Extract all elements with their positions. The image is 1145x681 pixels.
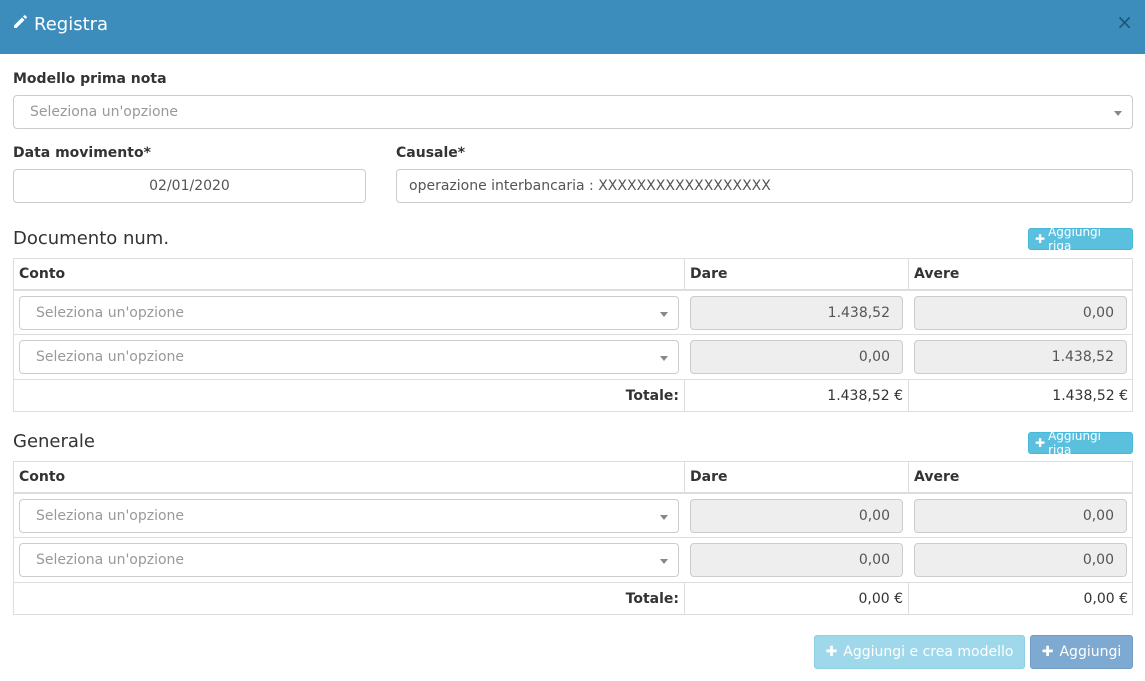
totale-label: Totale: [625, 387, 679, 404]
data-movimento-input[interactable]: 02/01/2020 [13, 169, 366, 203]
plus-icon: ✚ [1035, 436, 1046, 450]
documento-table-header: Conto Dare Avere [14, 259, 1132, 291]
chevron-down-icon [660, 356, 668, 361]
documento-add-row-label: Aggiungi riga [1048, 225, 1102, 253]
totale-avere: 1.438,52 € [1052, 387, 1128, 404]
avere-input[interactable]: 1.438,52 [914, 340, 1127, 374]
documento-table: Conto Dare Avere Seleziona un'opzione 1.… [13, 258, 1133, 412]
chevron-down-icon [660, 312, 668, 317]
header-avere: Avere [914, 266, 960, 282]
dare-input[interactable]: 1.438,52 [690, 296, 903, 330]
dialog-title-text: Registra [34, 14, 109, 35]
causale-input[interactable]: operazione interbancaria : XXXXXXXXXXXXX… [396, 169, 1133, 203]
add-button[interactable]: ✚ Aggiungi [1030, 635, 1133, 669]
header-dare: Dare [690, 469, 728, 485]
chevron-down-icon [660, 515, 668, 520]
conto-placeholder: Seleziona un'opzione [36, 552, 185, 568]
generale-table-header: Conto Dare Avere [14, 462, 1132, 494]
chevron-down-icon [1114, 111, 1122, 116]
data-movimento-label: Data movimento* [13, 145, 151, 161]
totale-dare: 1.438,52 € [827, 387, 903, 404]
conto-select[interactable]: Seleziona un'opzione [19, 543, 679, 577]
dare-input[interactable]: 0,00 [690, 340, 903, 374]
conto-placeholder: Seleziona un'opzione [36, 305, 185, 321]
generale-add-row-button[interactable]: ✚ Aggiungi riga [1028, 429, 1133, 457]
dialog-header: Registra × [0, 0, 1145, 54]
table-row: Seleziona un'opzione 0,00 0,00 [14, 538, 1132, 583]
chevron-down-icon [660, 559, 668, 564]
totale-row: Totale: 0,00 € 0,00 € [14, 583, 1132, 614]
conto-select[interactable]: Seleziona un'opzione [19, 296, 679, 330]
header-conto: Conto [19, 469, 66, 485]
generale-title: Generale [13, 431, 96, 452]
dare-input[interactable]: 0,00 [690, 499, 903, 533]
modello-label: Modello prima nota [13, 71, 167, 87]
table-row: Seleziona un'opzione 1.438,52 0,00 [14, 291, 1132, 335]
add-and-create-model-button[interactable]: ✚ Aggiungi e crea modello [814, 635, 1025, 669]
header-avere: Avere [914, 469, 960, 485]
add-and-create-model-label: Aggiungi e crea modello [843, 644, 1014, 660]
plus-icon: ✚ [825, 644, 838, 660]
documento-add-row-button[interactable]: ✚ Aggiungi riga [1028, 225, 1133, 253]
table-row: Seleziona un'opzione 0,00 1.438,52 [14, 335, 1132, 380]
add-button-label: Aggiungi [1059, 644, 1122, 660]
pencil-icon [12, 14, 28, 35]
totale-dare: 0,00 € [858, 590, 903, 607]
avere-input[interactable]: 0,00 [914, 543, 1127, 577]
header-dare: Dare [690, 266, 728, 282]
header-conto: Conto [19, 266, 66, 282]
close-icon[interactable]: × [1116, 12, 1133, 32]
conto-select[interactable]: Seleziona un'opzione [19, 340, 679, 374]
plus-icon: ✚ [1041, 644, 1054, 660]
documento-title: Documento num. [13, 228, 170, 249]
avere-input[interactable]: 0,00 [914, 499, 1127, 533]
modello-placeholder: Seleziona un'opzione [30, 104, 179, 120]
table-row: Seleziona un'opzione 0,00 0,00 [14, 494, 1132, 538]
conto-placeholder: Seleziona un'opzione [36, 508, 185, 524]
totale-avere: 0,00 € [1083, 590, 1128, 607]
totale-row: Totale: 1.438,52 € 1.438,52 € [14, 380, 1132, 411]
conto-placeholder: Seleziona un'opzione [36, 349, 185, 365]
modello-select[interactable]: Seleziona un'opzione [13, 95, 1133, 129]
plus-icon: ✚ [1035, 232, 1046, 246]
generale-add-row-label: Aggiungi riga [1048, 429, 1102, 457]
dare-input[interactable]: 0,00 [690, 543, 903, 577]
generale-table: Conto Dare Avere Seleziona un'opzione 0,… [13, 461, 1133, 615]
conto-select[interactable]: Seleziona un'opzione [19, 499, 679, 533]
dialog-title: Registra [12, 14, 108, 35]
avere-input[interactable]: 0,00 [914, 296, 1127, 330]
causale-label: Causale* [396, 145, 466, 161]
totale-label: Totale: [625, 590, 679, 607]
